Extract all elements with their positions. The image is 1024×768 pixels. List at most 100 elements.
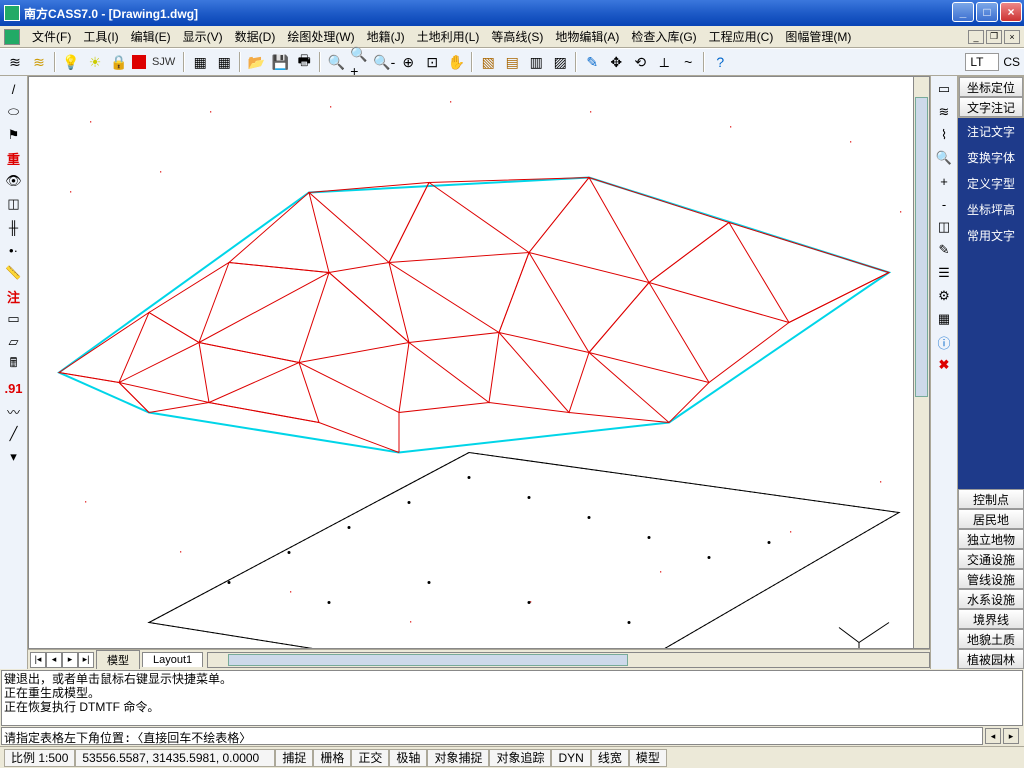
zoom-icon[interactable]: 🔍 (325, 51, 347, 73)
zoom-win-icon[interactable]: ⊡ (421, 51, 443, 73)
zoom-out-icon[interactable]: 🔍- (373, 51, 395, 73)
tab-first-icon[interactable]: |◂ (30, 652, 46, 668)
lt-frame-icon[interactable]: ◫ (3, 193, 25, 215)
status-osnap[interactable]: 对象捕捉 (427, 749, 489, 767)
lt-flag-icon[interactable]: ⚑ (3, 124, 25, 146)
layer-name[interactable]: SJW (148, 56, 179, 68)
status-otrack[interactable]: 对象追踪 (489, 749, 551, 767)
mdi-restore[interactable]: ❐ (986, 30, 1002, 44)
dimension-icon[interactable]: ⟂ (653, 51, 675, 73)
menu-edit[interactable]: 编辑(E) (125, 26, 177, 47)
tool-d-icon[interactable]: ▤ (501, 51, 523, 73)
panel-bottom-5[interactable]: 水系设施 (958, 589, 1024, 609)
layer-stack2-icon[interactable]: ≋ (28, 51, 50, 73)
rt-zoom-icon[interactable]: 🔍 (933, 147, 955, 169)
lt-para-icon[interactable]: ▱ (3, 331, 25, 353)
rt-zoomin-icon[interactable]: + (933, 170, 955, 192)
panel-bottom-0[interactable]: 控制点 (958, 489, 1024, 509)
zoom-ext-icon[interactable]: ⊕ (397, 51, 419, 73)
menu-file[interactable]: 文件(F) (26, 26, 77, 47)
zoom-in-icon[interactable]: 🔍+ (349, 51, 371, 73)
tool-c-icon[interactable]: ▧ (477, 51, 499, 73)
panel-item-1[interactable]: 变换字体 (958, 144, 1024, 170)
menu-check[interactable]: 检查入库(G) (625, 26, 702, 47)
menu-contour[interactable]: 等高线(S) (485, 26, 549, 47)
print-icon[interactable]: 🖶 (293, 51, 315, 73)
lt-field[interactable]: LT (965, 53, 999, 71)
layer-stack-icon[interactable]: ≋ (4, 51, 26, 73)
tab-last-icon[interactable]: ▸| (78, 652, 94, 668)
lt-rect-icon[interactable]: ▭ (3, 308, 25, 330)
lt-line-icon[interactable]: / (3, 78, 25, 100)
status-polar[interactable]: 极轴 (389, 749, 427, 767)
lt-point-icon[interactable]: •· (3, 239, 25, 261)
status-scale[interactable]: 比例 1:500 (4, 749, 75, 767)
lt-diag-icon[interactable]: ╱ (3, 423, 25, 445)
panel-item-0[interactable]: 注记文字 (958, 118, 1024, 144)
lock-icon[interactable]: 🔒 (108, 51, 130, 73)
mdi-close[interactable]: × (1004, 30, 1020, 44)
vertical-scrollbar[interactable] (913, 77, 929, 648)
save-icon[interactable]: 💾 (269, 51, 291, 73)
pan-icon[interactable]: ✋ (445, 51, 467, 73)
panel-bottom-3[interactable]: 交通设施 (958, 549, 1024, 569)
menu-feature-edit[interactable]: 地物编辑(A) (549, 26, 625, 47)
cmd-left-icon[interactable]: ◂ (985, 728, 1001, 744)
tab-layout1[interactable]: Layout1 (142, 652, 203, 667)
command-input[interactable]: 请指定表格左下角位置:〈直接回车不绘表格〉 (1, 727, 983, 745)
move-icon[interactable]: ✥ (605, 51, 627, 73)
rotate-icon[interactable]: ⟲ (629, 51, 651, 73)
tool-f-icon[interactable]: ▨ (549, 51, 571, 73)
rt-info-icon[interactable]: ⓘ (933, 331, 955, 353)
bulb-icon[interactable]: 💡 (60, 51, 82, 73)
help-icon[interactable]: ? (709, 51, 731, 73)
rt-cfg-icon[interactable]: ⚙ (933, 285, 955, 307)
lt-annotate-label[interactable]: 注 (3, 285, 25, 307)
cmd-right-icon[interactable]: ▸ (1003, 728, 1019, 744)
lt-ruler-icon[interactable]: 📏 (3, 262, 25, 284)
command-history[interactable]: 键退出，或者单击鼠标右键显示快捷菜单。 正在重生成模型。 正在恢复执行 DTMT… (1, 670, 1023, 726)
status-snap[interactable]: 捕捉 (275, 749, 313, 767)
lt-redo-label[interactable]: 重 (3, 147, 25, 169)
status-ortho[interactable]: 正交 (351, 749, 389, 767)
drawing-canvas[interactable]: ....... ... .... .... (28, 76, 930, 649)
status-model[interactable]: 模型 (629, 749, 667, 767)
rt-zoomout-icon[interactable]: - (933, 193, 955, 215)
menu-data[interactable]: 数据(D) (229, 26, 282, 47)
menu-tools[interactable]: 工具(I) (77, 26, 124, 47)
tool-b-icon[interactable]: ▦ (213, 51, 235, 73)
rt-pen-icon[interactable]: ✎ (933, 239, 955, 261)
menu-view[interactable]: 显示(V) (177, 26, 229, 47)
folder-icon[interactable]: 📂 (245, 51, 267, 73)
status-grid[interactable]: 栅格 (313, 749, 351, 767)
rt-grid-icon[interactable]: ▦ (933, 308, 955, 330)
close-button[interactable]: × (1000, 2, 1022, 22)
maximize-button[interactable]: □ (976, 2, 998, 22)
lt-calc-icon[interactable]: 🖩 (3, 354, 25, 376)
rt-delete-icon[interactable]: ✖ (933, 354, 955, 376)
lt-fence-icon[interactable]: ╫ (3, 216, 25, 238)
status-dyn[interactable]: DYN (551, 749, 590, 767)
panel-item-2[interactable]: 定义字型 (958, 170, 1024, 196)
panel-coord-locate[interactable]: 坐标定位 (959, 77, 1023, 97)
panel-bottom-1[interactable]: 居民地 (958, 509, 1024, 529)
panel-text-annotate[interactable]: 文字注记 (959, 97, 1023, 117)
menu-engineering[interactable]: 工程应用(C) (703, 26, 780, 47)
panel-bottom-7[interactable]: 地貌土质 (958, 629, 1024, 649)
panel-bottom-6[interactable]: 境界线 (958, 609, 1024, 629)
horizontal-scrollbar[interactable] (207, 652, 930, 668)
menu-cadastre[interactable]: 地籍(J) (361, 26, 411, 47)
menu-landuse[interactable]: 土地利用(L) (411, 26, 486, 47)
lt-eye-icon[interactable]: 👁 (3, 170, 25, 192)
lt-orbit-icon[interactable]: ⬭ (3, 101, 25, 123)
panel-bottom-8[interactable]: 植被园林 (958, 649, 1024, 669)
layer-color-icon[interactable] (132, 55, 146, 69)
lt-curve-icon[interactable]: 〰 (3, 400, 25, 422)
minimize-button[interactable]: _ (952, 2, 974, 22)
panel-item-3[interactable]: 坐标坪高 (958, 196, 1024, 222)
tool-a-icon[interactable]: ▦ (189, 51, 211, 73)
menu-mapframe[interactable]: 图幅管理(M) (779, 26, 857, 47)
tool-e-icon[interactable]: ▥ (525, 51, 547, 73)
rt-sel-icon[interactable]: ◫ (933, 216, 955, 238)
lt-dropdown-icon[interactable]: ▾ (3, 446, 25, 468)
